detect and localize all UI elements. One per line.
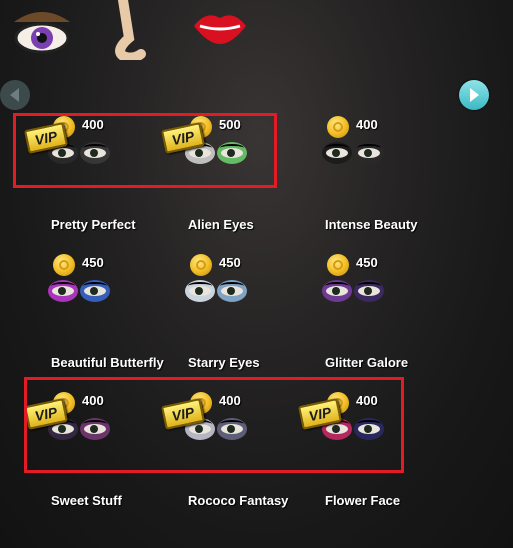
tab-eye-makeup[interactable]: [8, 0, 78, 60]
eyelash: [357, 282, 381, 290]
eyelash: [188, 282, 212, 290]
eyelash: [83, 282, 107, 290]
item-name: Pretty Perfect: [51, 217, 136, 232]
highlight-box-bottom: [24, 377, 404, 473]
eye-makeup-preview: [322, 140, 392, 170]
eye-makeup-icon: [14, 12, 70, 54]
item-name: Beautiful Butterfly: [51, 355, 164, 370]
item-name: Flower Face: [325, 493, 401, 508]
item-price: 400: [356, 117, 378, 132]
eye-makeup-preview: [185, 278, 255, 308]
eye-makeup-preview: [48, 278, 118, 308]
item-price: 450: [356, 255, 378, 270]
eye-makeup-preview: [322, 278, 392, 308]
item-name: Alien Eyes: [188, 217, 254, 232]
shop-item[interactable]: 450 Glitter Galore: [322, 250, 462, 380]
eyelash: [51, 282, 75, 290]
eyelash: [325, 282, 349, 290]
lips-icon: [194, 15, 246, 45]
coin-icon: [190, 254, 212, 276]
tab-lips[interactable]: [190, 0, 260, 60]
coin-icon: [327, 254, 349, 276]
item-name: Starry Eyes: [188, 355, 260, 370]
item-name: Sweet Stuff: [51, 493, 122, 508]
coin-icon: [327, 116, 349, 138]
eyelash: [357, 144, 381, 152]
shop-item[interactable]: 450 Starry Eyes: [185, 250, 325, 380]
prev-page-arrow-icon[interactable]: [0, 80, 30, 110]
nose-icon: [115, 0, 146, 63]
shop-item[interactable]: 400 Intense Beauty: [322, 112, 462, 242]
next-page-arrow-icon[interactable]: [459, 80, 489, 110]
item-name: Glitter Galore: [325, 355, 409, 370]
eyelash: [325, 144, 349, 152]
coin-icon: [53, 254, 75, 276]
tab-nose[interactable]: [105, 0, 175, 63]
eyelash: [220, 282, 244, 290]
shop-item[interactable]: 450 Beautiful Butterfly: [48, 250, 188, 380]
item-price: 450: [82, 255, 104, 270]
item-name: Intense Beauty: [325, 217, 418, 232]
item-price: 450: [219, 255, 241, 270]
item-name: Rococo Fantasy: [188, 493, 289, 508]
highlight-box-top: [13, 113, 277, 188]
